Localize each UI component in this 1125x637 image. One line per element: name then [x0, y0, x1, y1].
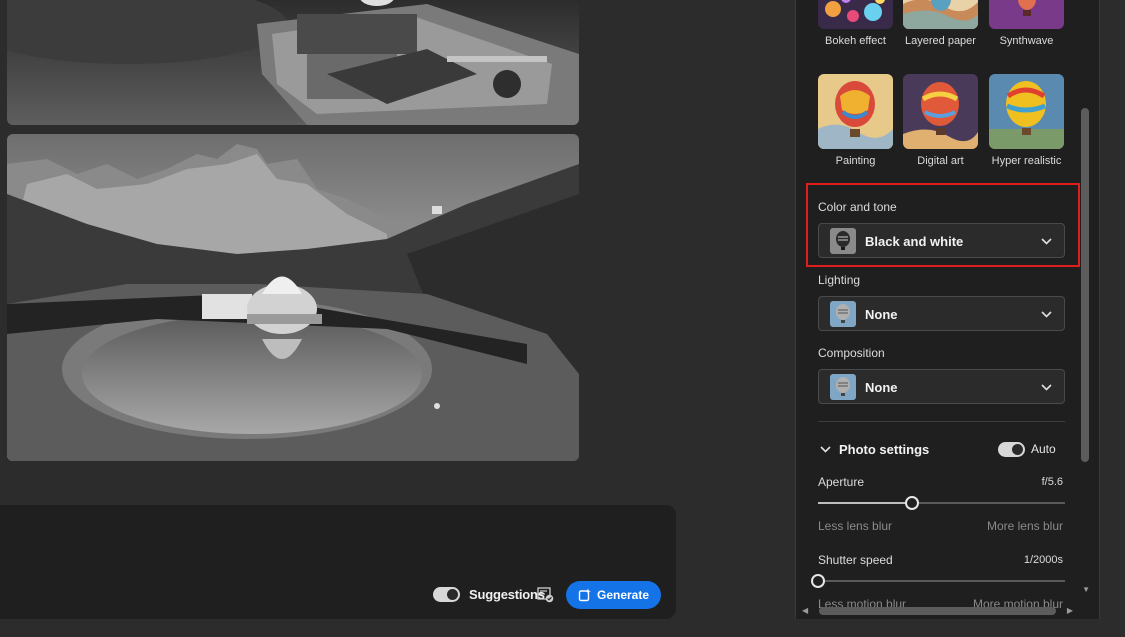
aperture-fill — [818, 502, 912, 504]
generate-button[interactable]: Generate — [566, 581, 661, 609]
vertical-scrollbar[interactable] — [1081, 108, 1089, 462]
style-label: Digital art — [917, 155, 964, 167]
suggestions-toggle[interactable] — [433, 587, 460, 602]
style-painting[interactable]: Painting — [818, 74, 893, 167]
suggestions-label: Suggestions — [469, 587, 545, 602]
chevron-down-icon — [1041, 238, 1052, 245]
auto-toggle[interactable] — [998, 442, 1025, 457]
aperture-value: f/5.6 — [1041, 476, 1063, 488]
aperture-handle[interactable] — [904, 496, 919, 510]
style-label: Layered paper — [905, 35, 976, 47]
generated-image-top[interactable] — [7, 0, 579, 125]
lighting-value: None — [865, 307, 898, 322]
color-tone-value: Black and white — [865, 234, 964, 249]
scroll-down-icon[interactable]: ▼ — [1082, 586, 1090, 594]
style-label: Painting — [835, 155, 876, 167]
style-digital-art[interactable]: Digital art — [903, 74, 978, 167]
photo-settings-title: Photo settings — [839, 442, 930, 457]
style-label: Hyper realistic — [991, 155, 1062, 167]
lighting-dropdown[interactable]: None — [818, 296, 1065, 331]
settings-panel: Bokeh effect Layered paper Synthwave Pai… — [795, 0, 1100, 619]
auto-label: Auto — [1031, 442, 1056, 456]
composition-dropdown[interactable]: None — [818, 369, 1065, 404]
chevron-down-icon — [820, 446, 831, 453]
color-tone-label: Color and tone — [818, 200, 897, 214]
style-synthwave[interactable]: Synthwave — [989, 0, 1064, 47]
generated-image-main[interactable] — [7, 134, 579, 461]
aperture-slider[interactable] — [818, 496, 1065, 510]
style-label: Synthwave — [999, 35, 1054, 47]
composition-label: Composition — [818, 346, 885, 360]
chevron-down-icon — [1041, 384, 1052, 391]
composition-thumb — [830, 374, 856, 400]
style-layered-paper[interactable]: Layered paper — [903, 0, 978, 47]
horizontal-scrollbar[interactable] — [819, 607, 1056, 615]
photo-settings-header[interactable]: Photo settings Auto — [818, 441, 1065, 459]
shutter-slider[interactable] — [811, 574, 1065, 588]
scroll-left-icon[interactable]: ◀ — [802, 607, 808, 615]
style-label: Bokeh effect — [825, 35, 886, 47]
shutter-label: Shutter speed — [818, 553, 893, 567]
shutter-handle[interactable] — [811, 574, 825, 588]
aperture-max-label: More lens blur — [986, 519, 1063, 533]
generate-icon — [578, 588, 591, 602]
style-hyper-realistic[interactable]: Hyper realistic — [989, 74, 1064, 167]
generate-label: Generate — [596, 588, 650, 602]
suggestions-settings-icon[interactable] — [537, 587, 554, 603]
color-tone-dropdown[interactable]: Black and white — [818, 223, 1065, 258]
chevron-down-icon — [1041, 311, 1052, 318]
style-bokeh-effect[interactable]: Bokeh effect — [818, 0, 893, 47]
aperture-label: Aperture — [818, 475, 865, 489]
prompt-bar[interactable]: Suggestions Generate — [0, 505, 676, 619]
scroll-right-icon[interactable]: ▶ — [1067, 607, 1073, 615]
aperture-min-label: Less lens blur — [818, 519, 893, 533]
lighting-thumb — [830, 301, 856, 327]
composition-value: None — [865, 380, 898, 395]
black-white-thumb — [830, 228, 856, 254]
divider — [818, 421, 1065, 422]
shutter-value: 1/2000s — [1023, 554, 1063, 566]
lighting-label: Lighting — [818, 273, 861, 287]
